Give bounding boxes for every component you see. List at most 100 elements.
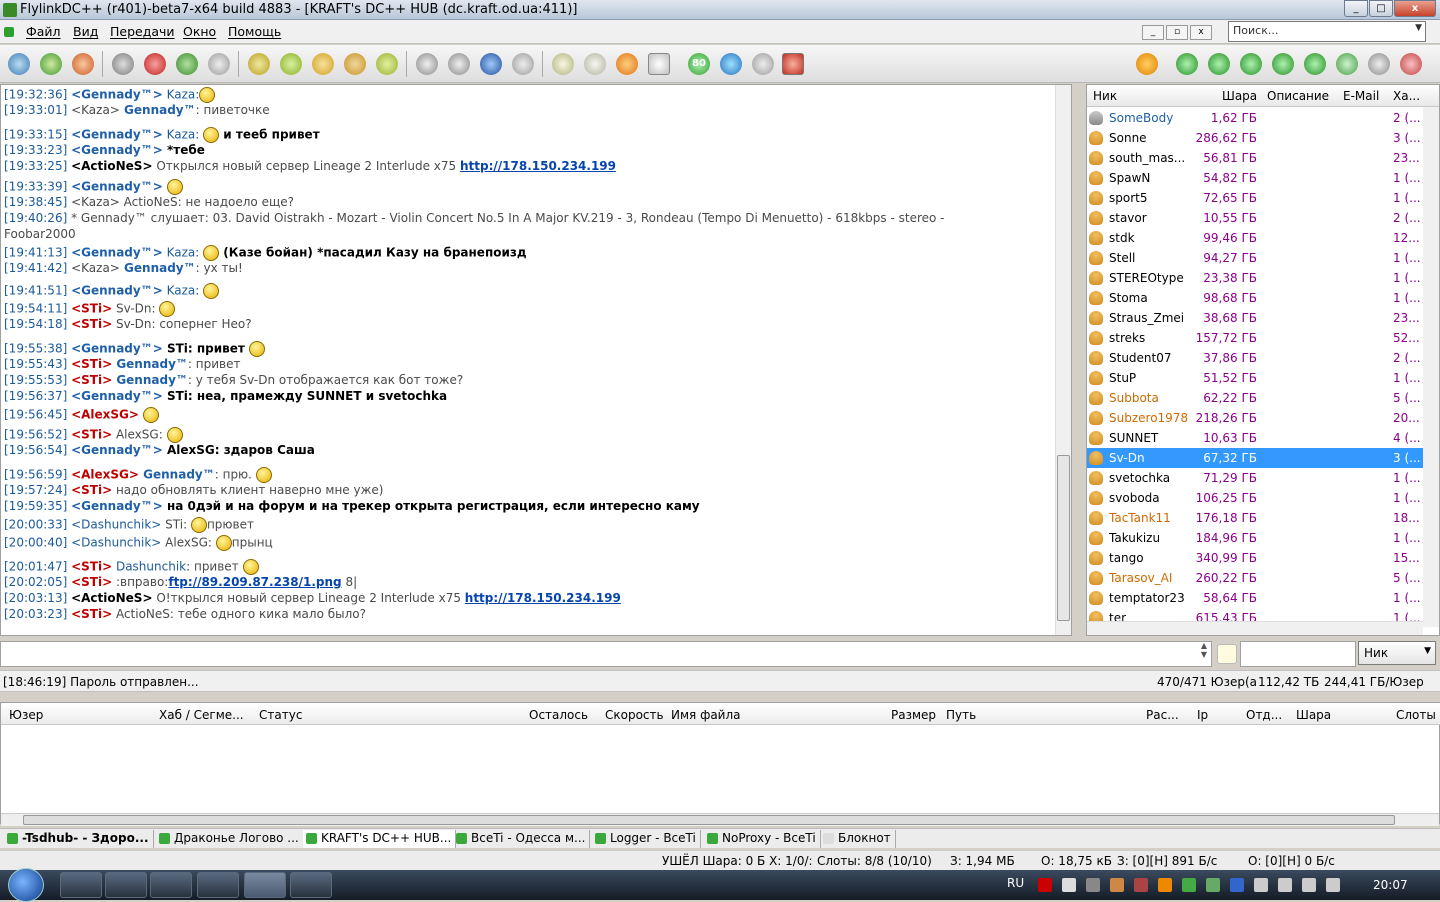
user-row[interactable]: streks 157,72 ГБ 52... <box>1087 328 1423 348</box>
chat-text[interactable]: <Gennady™> <box>71 284 163 298</box>
chat-text[interactable]: <AlexSG> <box>71 408 139 422</box>
user-row[interactable]: tango 340,99 ГБ 15... <box>1087 548 1423 568</box>
finished-downloads-icon[interactable] <box>280 53 302 75</box>
chat-text[interactable]: <Gennady™> <box>71 499 163 513</box>
chat-link[interactable]: http://178.150.234.199 <box>460 159 616 173</box>
flag-icon[interactable] <box>1326 878 1340 892</box>
col-hubs[interactable]: Ха... <box>1393 89 1420 103</box>
notepad-icon[interactable] <box>584 53 606 75</box>
taskbar-app-3[interactable] <box>150 872 192 898</box>
next-track-icon[interactable] <box>1272 53 1294 75</box>
col-slots[interactable]: Слоты <box>1396 708 1436 722</box>
tab-dragon-lair[interactable]: Драконье Логово ... <box>156 830 304 848</box>
user-row[interactable]: svoboda 106,25 ГБ 1 (... <box>1087 488 1423 508</box>
taskbar-app-6[interactable] <box>290 872 332 898</box>
close-button[interactable]: x <box>1394 0 1436 17</box>
user-row[interactable]: SpawN 54,82 ГБ 1 (... <box>1087 168 1423 188</box>
mdi-minimize-button[interactable]: _ <box>1142 25 1164 40</box>
user-row[interactable]: TacTank11 176,18 ГБ 18... <box>1087 508 1423 528</box>
tray-icon-5[interactable] <box>1134 878 1148 892</box>
col-nick[interactable]: Ник <box>1093 89 1117 103</box>
network-icon[interactable] <box>1278 878 1292 892</box>
taskbar-opera[interactable] <box>197 872 239 898</box>
tray-icon-12[interactable] <box>1302 878 1316 892</box>
tab-tsdhub[interactable]: -Tsdhub- - Здоро... <box>4 830 154 848</box>
minimize-button[interactable]: _ <box>1344 0 1368 17</box>
user-row[interactable]: Sonne 286,62 ГБ 3 (... <box>1087 128 1423 148</box>
emoticon-button[interactable] <box>1217 644 1237 664</box>
mdi-restore-button[interactable]: ▫ <box>1166 25 1188 40</box>
user-list-scrollbar[interactable] <box>1423 107 1439 627</box>
chat-text[interactable]: <Gennady™> <box>71 443 163 457</box>
mute-icon[interactable] <box>1400 53 1422 75</box>
volume-up-icon[interactable] <box>1336 53 1358 75</box>
waiting-users-icon[interactable] <box>312 53 334 75</box>
chat-text[interactable]: <Gennady™> <box>71 389 163 403</box>
chat-text[interactable]: <STi> <box>71 575 112 589</box>
user-row[interactable]: Straus_Zmei 38,68 ГБ 23... <box>1087 308 1423 328</box>
user-row[interactable]: StuP 51,52 ГБ 1 (... <box>1087 368 1423 388</box>
upload-queue-icon[interactable] <box>376 53 398 75</box>
col-ratio[interactable]: Рас... <box>1146 708 1179 722</box>
recent-hubs-icon[interactable] <box>208 53 230 75</box>
tray-icon-3[interactable] <box>1086 878 1100 892</box>
user-row[interactable]: SomeBody 1,62 ГБ 2 (... <box>1087 108 1423 128</box>
chat-text[interactable]: <STi> <box>71 317 112 331</box>
filter-column-select[interactable]: Ник ▼ <box>1358 641 1436 665</box>
antivirus-icon[interactable] <box>1038 878 1052 892</box>
chat-text[interactable]: <Gennady™> <box>71 246 163 260</box>
user-row[interactable]: Takukizu 184,96 ГБ 1 (... <box>1087 528 1423 548</box>
user-row[interactable]: Student07 37,86 ГБ 2 (... <box>1087 348 1423 368</box>
open-file-list-icon[interactable] <box>512 53 534 75</box>
col-filename[interactable]: Имя файла <box>671 708 741 722</box>
search-box[interactable]: Поиск... ▼ <box>1228 21 1426 42</box>
menu-window[interactable]: Окно <box>183 24 216 39</box>
chat-text[interactable]: <AlexSG> <box>71 468 139 482</box>
language-indicator[interactable]: RU <box>1007 876 1024 890</box>
col-description[interactable]: Описание <box>1267 89 1329 103</box>
pause-icon[interactable] <box>1240 53 1262 75</box>
public-hubs-icon[interactable] <box>112 53 134 75</box>
stop-icon[interactable] <box>1304 53 1326 75</box>
user-row[interactable]: Subbota 62,22 ГБ 5 (... <box>1087 388 1423 408</box>
col-share[interactable]: Шара <box>1296 708 1331 722</box>
chat-text[interactable]: <Gennady™> <box>71 128 163 142</box>
transfers-panel[interactable]: Юзер Хаб / Сегме... Статус Осталось Скор… <box>0 702 1440 826</box>
limiter-badge[interactable]: 80 <box>688 53 710 75</box>
volume-icon[interactable] <box>1368 53 1390 75</box>
col-remaining[interactable]: Осталось <box>529 708 588 722</box>
chat-text[interactable]: <STi> <box>71 357 112 371</box>
menu-help[interactable]: Помощь <box>228 24 281 39</box>
user-row[interactable]: Stell 94,27 ГБ 1 (... <box>1087 248 1423 268</box>
menu-view[interactable]: Вид <box>73 24 98 39</box>
col-share[interactable]: Шара <box>1222 89 1257 103</box>
user-row[interactable]: Stoma 98,68 ГБ 1 (... <box>1087 288 1423 308</box>
chat-text[interactable]: <STi> <box>71 302 112 316</box>
chat-text[interactable]: Gennady™ <box>112 357 188 371</box>
mdi-close-button[interactable]: x <box>1190 25 1212 40</box>
tray-icon-6[interactable] <box>1158 878 1172 892</box>
user-row[interactable]: Subzero1978 218,26 ГБ 20... <box>1087 408 1423 428</box>
adl-search-icon[interactable] <box>448 53 470 75</box>
favorite-hubs-icon[interactable] <box>144 53 166 75</box>
chat-text[interactable]: Gennady™ <box>112 373 188 387</box>
flylink-tray-icon[interactable] <box>1182 878 1196 892</box>
tray-icon-4[interactable] <box>1110 878 1124 892</box>
chat-text[interactable]: Gennady™ <box>120 103 196 117</box>
finished-uploads-icon[interactable] <box>344 53 366 75</box>
queue-icon[interactable] <box>248 53 270 75</box>
user-row[interactable]: temptator23 58,64 ГБ 1 (... <box>1087 588 1423 608</box>
tray-icon-8[interactable] <box>1206 878 1220 892</box>
chat-text[interactable]: Gennady™ <box>139 468 215 482</box>
chevron-down-icon[interactable]: ▼ <box>1415 23 1422 33</box>
follow-redirect-icon[interactable] <box>72 53 94 75</box>
col-email[interactable]: E-Mail <box>1343 89 1379 103</box>
disconnect-icon[interactable] <box>782 53 804 75</box>
user-row[interactable]: stavor 10,55 ГБ 2 (... <box>1087 208 1423 228</box>
user-row[interactable]: south_mas... 56,81 ГБ 23... <box>1087 148 1423 168</box>
tab-logger[interactable]: Logger - BceTi <box>592 830 701 848</box>
chat-link[interactable]: ftp://89.209.87.238/1.png <box>168 575 341 589</box>
user-row[interactable]: Tarasov_AI 260,22 ГБ 5 (... <box>1087 568 1423 588</box>
maximize-button[interactable]: □ <box>1369 0 1393 17</box>
chat-text[interactable]: Gennady™ <box>120 261 196 275</box>
